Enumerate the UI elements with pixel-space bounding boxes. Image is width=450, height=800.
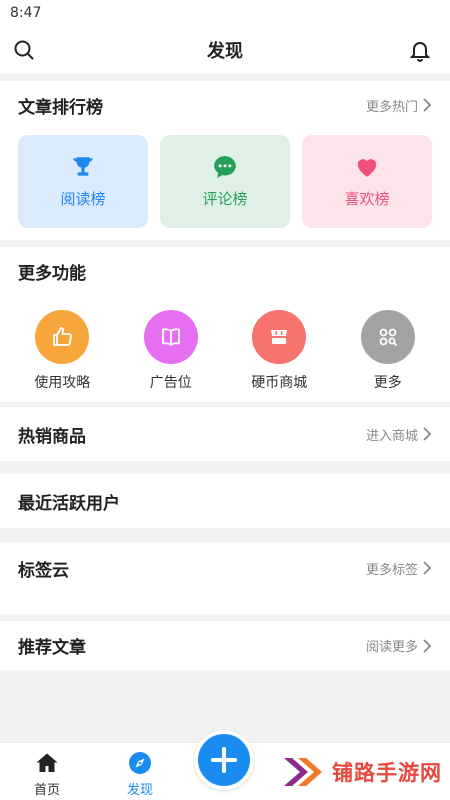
rank-card-like[interactable]: 喜欢榜 bbox=[302, 135, 432, 228]
active-users-section: 最近活跃用户 bbox=[0, 474, 450, 528]
func-guide[interactable]: 使用攻略 bbox=[17, 310, 107, 392]
tab-home[interactable]: 首页 bbox=[7, 751, 87, 798]
more-hot-link[interactable]: 更多热门 bbox=[366, 96, 432, 115]
trophy-icon bbox=[73, 157, 93, 176]
shop-icon bbox=[271, 330, 288, 344]
enter-shop-link[interactable]: 进入商城 bbox=[366, 425, 432, 444]
more-tags-link[interactable]: 更多标签 bbox=[366, 559, 432, 578]
func-label: 广告位 bbox=[149, 375, 192, 391]
functions-section: 更多功能 使用攻略 广告位 硬币商城 更多 bbox=[0, 247, 450, 402]
func-more[interactable]: 更多 bbox=[343, 310, 433, 392]
enter-shop-label: 进入商城 bbox=[365, 428, 418, 444]
tab-discover[interactable]: 发现 bbox=[100, 751, 180, 798]
home-icon bbox=[36, 753, 58, 772]
ranking-cards: 阅读榜 评论榜 喜欢榜 bbox=[0, 135, 450, 228]
recommended-section: 推荐文章 阅读更多 bbox=[0, 621, 450, 670]
func-icon-circle bbox=[143, 310, 198, 364]
bell-icon[interactable] bbox=[408, 38, 432, 62]
func-icon-circle bbox=[35, 310, 90, 364]
tab-label: 首页 bbox=[33, 783, 60, 798]
hot-products-header: 热销商品 进入商城 bbox=[0, 407, 450, 461]
compass-icon bbox=[129, 752, 151, 774]
thumbs-up-icon bbox=[53, 327, 73, 346]
recommended-header: 推荐文章 阅读更多 bbox=[0, 621, 450, 670]
chevron-right-icon bbox=[423, 98, 432, 112]
functions-grid: 使用攻略 广告位 硬币商城 更多 bbox=[0, 310, 450, 392]
recommended-title: 推荐文章 bbox=[18, 638, 86, 658]
read-more-link[interactable]: 阅读更多 bbox=[366, 636, 432, 655]
tag-cloud-title: 标签云 bbox=[18, 560, 69, 581]
search-icon[interactable] bbox=[12, 38, 36, 62]
status-bar: 8:47 bbox=[0, 0, 450, 26]
functions-header: 更多功能 bbox=[0, 247, 450, 295]
ranking-section: 文章排行榜 更多热门 阅读榜 评论榜 喜欢榜 bbox=[0, 81, 450, 240]
tab-label: 发现 bbox=[126, 783, 153, 798]
active-users-header: 最近活跃用户 bbox=[0, 474, 450, 528]
plus-icon bbox=[211, 747, 237, 773]
func-icon-circle bbox=[252, 310, 307, 364]
more-hot-label: 更多热门 bbox=[365, 99, 418, 115]
watermark-logo-icon bbox=[284, 758, 322, 786]
chevron-right-icon bbox=[423, 638, 432, 653]
func-ads[interactable]: 广告位 bbox=[126, 310, 216, 392]
book-icon bbox=[161, 328, 180, 346]
active-users-title: 最近活跃用户 bbox=[18, 493, 120, 514]
func-label: 更多 bbox=[373, 375, 402, 391]
rank-card-comment[interactable]: 评论榜 bbox=[160, 135, 290, 228]
read-more-label: 阅读更多 bbox=[365, 640, 418, 655]
comment-icon bbox=[214, 156, 236, 178]
status-time: 8:47 bbox=[10, 5, 42, 21]
func-label: 硬币商城 bbox=[251, 375, 308, 391]
chevron-right-icon bbox=[423, 427, 432, 441]
ranking-title: 文章排行榜 bbox=[18, 97, 103, 118]
heart-icon bbox=[357, 159, 377, 177]
hot-products-title: 热销商品 bbox=[18, 426, 86, 447]
rank-card-read[interactable]: 阅读榜 bbox=[18, 135, 148, 228]
chevron-right-icon bbox=[423, 561, 432, 575]
tag-cloud-section: 标签云 更多标签 bbox=[0, 542, 450, 614]
more-tags-label: 更多标签 bbox=[365, 562, 418, 578]
hot-products-section: 热销商品 进入商城 bbox=[0, 407, 450, 461]
ranking-header: 文章排行榜 更多热门 bbox=[0, 81, 450, 129]
func-coin-shop[interactable]: 硬币商城 bbox=[234, 310, 324, 392]
watermark: 铺路手游网 bbox=[282, 752, 442, 792]
create-post-button[interactable] bbox=[194, 730, 254, 790]
rank-card-label: 喜欢榜 bbox=[344, 190, 390, 208]
func-icon-circle bbox=[360, 310, 415, 364]
rank-card-label: 阅读榜 bbox=[60, 190, 106, 208]
tag-cloud-header: 标签云 更多标签 bbox=[0, 542, 450, 594]
watermark-text: 铺路手游网 bbox=[332, 761, 442, 785]
rank-card-label: 评论榜 bbox=[202, 190, 248, 208]
page-title: 发现 bbox=[207, 41, 243, 62]
more-apps-icon bbox=[379, 328, 397, 347]
func-label: 使用攻略 bbox=[34, 375, 91, 391]
functions-title: 更多功能 bbox=[18, 263, 86, 284]
header: 发现 bbox=[0, 26, 450, 74]
